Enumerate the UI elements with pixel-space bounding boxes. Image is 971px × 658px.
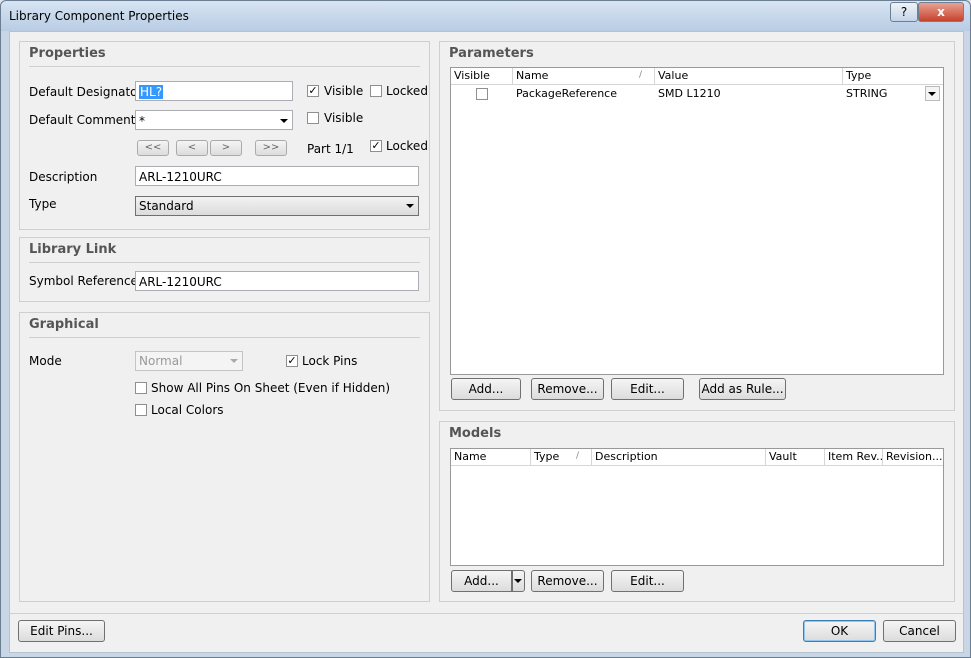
chevron-down-icon [406, 204, 414, 208]
lock-pins-checkbox[interactable]: ✓ [286, 355, 298, 367]
models-remove-button[interactable]: Remove... [531, 570, 604, 592]
chevron-down-icon [280, 119, 288, 123]
parameters-group: Parameters Visible Name / Value Type Pac… [439, 41, 955, 411]
column-value[interactable]: Value [655, 68, 843, 84]
cancel-button[interactable]: Cancel [883, 620, 956, 642]
models-add-dropdown[interactable] [512, 570, 525, 592]
description-label: Description [29, 170, 98, 184]
help-button[interactable]: ? [890, 2, 918, 22]
parameters-title: Parameters [449, 46, 534, 61]
column-visible[interactable]: Visible [451, 68, 513, 84]
library-link-group: Library Link Symbol Reference ARL-1210UR… [19, 237, 430, 302]
sort-icon: / [576, 451, 580, 461]
mode-select[interactable]: Normal [135, 351, 243, 371]
column-item-rev[interactable]: Item Rev... [825, 449, 883, 465]
models-grid: Name Type / Description Vault Item Rev..… [450, 448, 944, 566]
models-title: Models [449, 426, 502, 441]
mode-label: Mode [29, 354, 62, 368]
show-all-pins-label: Show All Pins On Sheet (Even if Hidden) [151, 381, 391, 395]
table-row[interactable]: PackageReference SMD L1210 STRING [451, 85, 943, 103]
lock-pins-label: Lock Pins [302, 354, 358, 368]
comment-visible-checkbox[interactable] [307, 112, 319, 124]
title-bar: Library Component Properties ? x [1, 1, 970, 31]
ok-button[interactable]: OK [803, 620, 876, 642]
part-locked-label: Locked [386, 139, 428, 153]
chevron-down-icon [928, 92, 936, 96]
parameters-grid-header: Visible Name / Value Type [451, 68, 943, 85]
chevron-down-icon [230, 359, 238, 363]
divider [29, 337, 420, 338]
dialog-window: Library Component Properties ? x Propert… [0, 0, 971, 658]
row-visible-checkbox[interactable] [476, 88, 488, 100]
local-colors-label: Local Colors [151, 403, 224, 417]
column-revision[interactable]: Revision... [883, 449, 943, 465]
button-bar: Edit Pins... OK Cancel [9, 613, 964, 653]
row-name: PackageReference [516, 87, 617, 100]
default-designator-input[interactable]: HL? [135, 81, 293, 101]
properties-group: Properties Default Designator HL? ✓ Visi… [19, 41, 430, 230]
models-grid-header: Name Type / Description Vault Item Rev..… [451, 449, 943, 466]
add-as-rule-button[interactable]: Add as Rule... [699, 378, 786, 400]
column-description[interactable]: Description [592, 449, 766, 465]
symbol-reference-label: Symbol Reference [29, 274, 138, 288]
column-name[interactable]: Name [513, 68, 655, 84]
designator-locked-label: Locked [386, 84, 428, 98]
properties-title: Properties [29, 46, 106, 61]
symbol-reference-input[interactable]: ARL-1210URC [135, 271, 419, 291]
local-colors-checkbox[interactable] [135, 404, 147, 416]
row-value: SMD L1210 [658, 87, 721, 100]
divider [29, 66, 420, 67]
models-add-button[interactable]: Add... [451, 570, 512, 592]
parameters-remove-button[interactable]: Remove... [531, 378, 604, 400]
default-designator-label: Default Designator [29, 85, 143, 99]
show-all-pins-checkbox[interactable] [135, 382, 147, 394]
graphical-title: Graphical [29, 317, 99, 332]
comment-visible-label: Visible [324, 111, 364, 125]
row-type-dropdown[interactable] [925, 86, 940, 101]
column-type[interactable]: Type [843, 68, 943, 84]
models-edit-button[interactable]: Edit... [611, 570, 684, 592]
dialog-client: Properties Default Designator HL? ✓ Visi… [9, 31, 964, 615]
parameters-add-button[interactable]: Add... [451, 378, 521, 400]
column-name[interactable]: Name [451, 449, 531, 465]
default-comment-combo[interactable]: * [135, 110, 293, 130]
chevron-down-icon [514, 579, 522, 583]
prev-part-button[interactable]: < [176, 140, 208, 156]
parameters-grid: Visible Name / Value Type PackageReferen… [450, 67, 944, 375]
designator-visible-checkbox[interactable]: ✓ [307, 85, 319, 97]
edit-pins-button[interactable]: Edit Pins... [18, 620, 105, 642]
column-vault[interactable]: Vault [766, 449, 825, 465]
window-title: Library Component Properties [9, 9, 189, 23]
first-part-button[interactable]: << [137, 140, 169, 156]
type-value: Standard [139, 199, 194, 213]
comment-value: * [139, 114, 145, 128]
parameters-edit-button[interactable]: Edit... [611, 378, 684, 400]
row-type: STRING [846, 87, 888, 100]
models-group: Models Name Type / Description Vault Ite… [439, 421, 955, 602]
sort-icon: / [639, 70, 643, 80]
designator-locked-checkbox[interactable] [370, 85, 382, 97]
description-input[interactable]: ARL-1210URC [135, 166, 419, 186]
library-link-title: Library Link [29, 242, 117, 257]
part-locked-checkbox[interactable]: ✓ [370, 140, 382, 152]
next-part-button[interactable]: > [210, 140, 242, 156]
designator-visible-label: Visible [324, 84, 364, 98]
designator-value: HL? [139, 85, 164, 99]
mode-value: Normal [139, 354, 183, 368]
type-select[interactable]: Standard [135, 196, 419, 216]
type-label: Type [29, 197, 57, 211]
close-button[interactable]: x [918, 2, 964, 22]
divider [29, 262, 420, 263]
last-part-button[interactable]: >> [255, 140, 287, 156]
column-type[interactable]: Type [531, 449, 592, 465]
part-indicator: Part 1/1 [307, 142, 354, 156]
default-comment-label: Default Comment [29, 113, 136, 127]
graphical-group: Graphical Mode Normal ✓ Lock Pins Show A… [19, 312, 430, 602]
